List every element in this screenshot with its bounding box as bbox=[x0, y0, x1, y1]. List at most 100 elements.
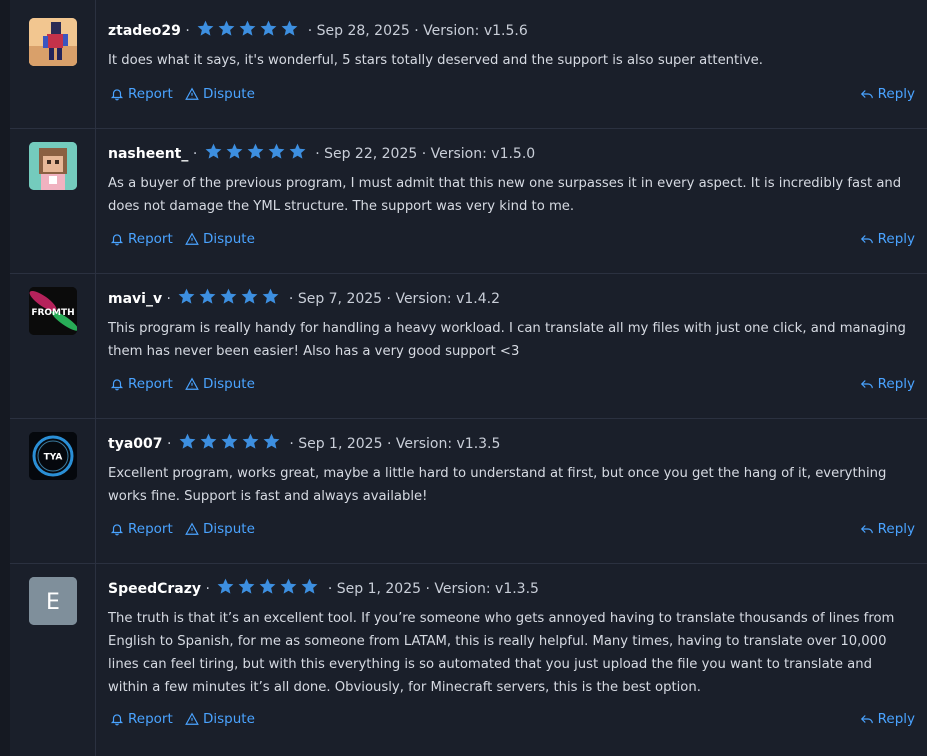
star-icon bbox=[197, 20, 214, 36]
reply-arrow-icon bbox=[860, 235, 873, 244]
review-item: ztadeo29 · · Sep 28, 2025 · Version: v1.… bbox=[10, 0, 927, 129]
bell-icon bbox=[110, 714, 124, 726]
star-icon bbox=[247, 143, 264, 159]
review-header: SpeedCrazy · · Sep 1, 2025 · Version: v1… bbox=[108, 577, 539, 599]
review-date[interactable]: Sep 7, 2025 bbox=[298, 291, 382, 307]
star-icon bbox=[179, 288, 195, 304]
star-icon bbox=[179, 433, 196, 449]
avatar-label: TYA bbox=[44, 453, 63, 463]
avatar[interactable] bbox=[29, 142, 77, 190]
reviews-list: ztadeo29 · · Sep 28, 2025 · Version: v1.… bbox=[10, 0, 927, 756]
star-icon bbox=[200, 433, 217, 449]
star-icon bbox=[218, 20, 235, 36]
bell-icon bbox=[110, 89, 124, 101]
avatar[interactable]: FROMTH bbox=[29, 287, 77, 335]
review-item: FROMTH mavi_v · · Sep 7, 2025 · Version:… bbox=[10, 274, 927, 419]
reply-arrow-icon bbox=[860, 715, 873, 724]
warning-triangle-icon bbox=[185, 712, 199, 725]
review-version: Version: v1.3.5 bbox=[395, 436, 501, 452]
star-icon bbox=[238, 578, 255, 594]
reply-button[interactable]: Reply bbox=[860, 521, 915, 537]
warning-triangle-icon bbox=[185, 87, 199, 100]
star-icon bbox=[260, 20, 277, 36]
report-button[interactable]: Report bbox=[110, 711, 173, 727]
dispute-button[interactable]: Dispute bbox=[185, 231, 255, 247]
review-version: Version: v1.5.6 bbox=[423, 23, 528, 39]
dispute-button[interactable]: Dispute bbox=[185, 711, 255, 727]
avatar-column bbox=[10, 0, 96, 128]
username[interactable]: SpeedCrazy bbox=[108, 581, 201, 597]
reply-button[interactable]: Reply bbox=[860, 231, 915, 247]
review-actions: Report Dispute Reply bbox=[108, 521, 915, 539]
star-icon bbox=[280, 578, 297, 594]
star-icon bbox=[217, 578, 234, 594]
reply-button[interactable]: Reply bbox=[860, 376, 915, 392]
review-version: Version: v1.3.5 bbox=[434, 581, 539, 597]
review-item: E SpeedCrazy · · Sep 1, 2025 · Version: … bbox=[10, 564, 927, 756]
avatar-label: FROMTH bbox=[31, 308, 74, 318]
review-text: Excellent program, works great, maybe a … bbox=[108, 466, 887, 504]
star-icon bbox=[263, 433, 280, 449]
reply-button[interactable]: Reply bbox=[860, 86, 915, 102]
star-icon bbox=[268, 143, 285, 159]
review-actions: Report Dispute Reply bbox=[108, 231, 915, 249]
dispute-button[interactable]: Dispute bbox=[185, 521, 255, 537]
star-icon bbox=[281, 20, 298, 36]
avatar[interactable]: TYA bbox=[29, 432, 77, 480]
review-text: The truth is that it’s an excellent tool… bbox=[108, 611, 895, 695]
dispute-button[interactable]: Dispute bbox=[185, 86, 255, 102]
report-button[interactable]: Report bbox=[110, 521, 173, 537]
review-date[interactable]: Sep 28, 2025 bbox=[317, 23, 410, 39]
star-icon bbox=[263, 288, 279, 304]
bell-icon bbox=[110, 524, 124, 536]
star-icon bbox=[221, 288, 237, 304]
review-text: As a buyer of the previous program, I mu… bbox=[108, 176, 902, 214]
review-item: TYA tya007 · · Sep 1, 2025 · Version: v1… bbox=[10, 419, 927, 564]
username[interactable]: tya007 bbox=[108, 436, 163, 452]
review-date[interactable]: Sep 1, 2025 bbox=[298, 436, 382, 452]
avatar-label: E bbox=[46, 590, 60, 615]
username[interactable]: nasheent_ bbox=[108, 146, 188, 162]
avatar[interactable] bbox=[29, 18, 77, 66]
star-rating bbox=[216, 577, 321, 603]
review-item: nasheent_ · · Sep 22, 2025 · Version: v1… bbox=[10, 129, 927, 274]
avatar[interactable]: E bbox=[29, 577, 77, 625]
star-icon bbox=[242, 288, 258, 304]
star-icon bbox=[289, 143, 306, 159]
warning-triangle-icon bbox=[185, 377, 199, 390]
dispute-button[interactable]: Dispute bbox=[185, 376, 255, 392]
star-icon bbox=[221, 433, 238, 449]
review-header: tya007 · · Sep 1, 2025 · Version: v1.3.5 bbox=[108, 432, 500, 454]
star-icon bbox=[301, 578, 318, 594]
review-text: This program is really handy for handlin… bbox=[108, 321, 906, 359]
reply-arrow-icon bbox=[860, 380, 873, 389]
bell-icon bbox=[110, 234, 124, 246]
star-rating bbox=[177, 287, 282, 313]
review-text: It does what it says, it's wonderful, 5 … bbox=[108, 53, 763, 68]
review-date[interactable]: Sep 1, 2025 bbox=[337, 581, 421, 597]
review-version: Version: v1.4.2 bbox=[395, 291, 501, 307]
bell-icon bbox=[110, 379, 124, 391]
reply-arrow-icon bbox=[860, 90, 873, 99]
star-rating bbox=[204, 142, 309, 168]
review-version: Version: v1.5.0 bbox=[430, 146, 536, 162]
review-actions: Report Dispute Reply bbox=[108, 86, 915, 104]
review-actions: Report Dispute Reply bbox=[108, 711, 915, 729]
star-icon bbox=[226, 143, 243, 159]
username[interactable]: ztadeo29 bbox=[108, 23, 181, 39]
review-actions: Report Dispute Reply bbox=[108, 376, 915, 394]
star-icon bbox=[205, 143, 222, 159]
report-button[interactable]: Report bbox=[110, 376, 173, 392]
report-button[interactable]: Report bbox=[110, 231, 173, 247]
reply-button[interactable]: Reply bbox=[860, 711, 915, 727]
review-date[interactable]: Sep 22, 2025 bbox=[324, 146, 417, 162]
report-button[interactable]: Report bbox=[110, 86, 173, 102]
username[interactable]: mavi_v bbox=[108, 291, 162, 307]
review-header: nasheent_ · · Sep 22, 2025 · Version: v1… bbox=[108, 142, 535, 164]
star-icon bbox=[239, 20, 256, 36]
review-header: ztadeo29 · · Sep 28, 2025 · Version: v1.… bbox=[108, 19, 528, 41]
review-header: mavi_v · · Sep 7, 2025 · Version: v1.4.2 bbox=[108, 287, 500, 309]
avatar-column: FROMTH bbox=[10, 274, 96, 418]
avatar-column bbox=[10, 129, 96, 273]
star-icon bbox=[242, 433, 259, 449]
